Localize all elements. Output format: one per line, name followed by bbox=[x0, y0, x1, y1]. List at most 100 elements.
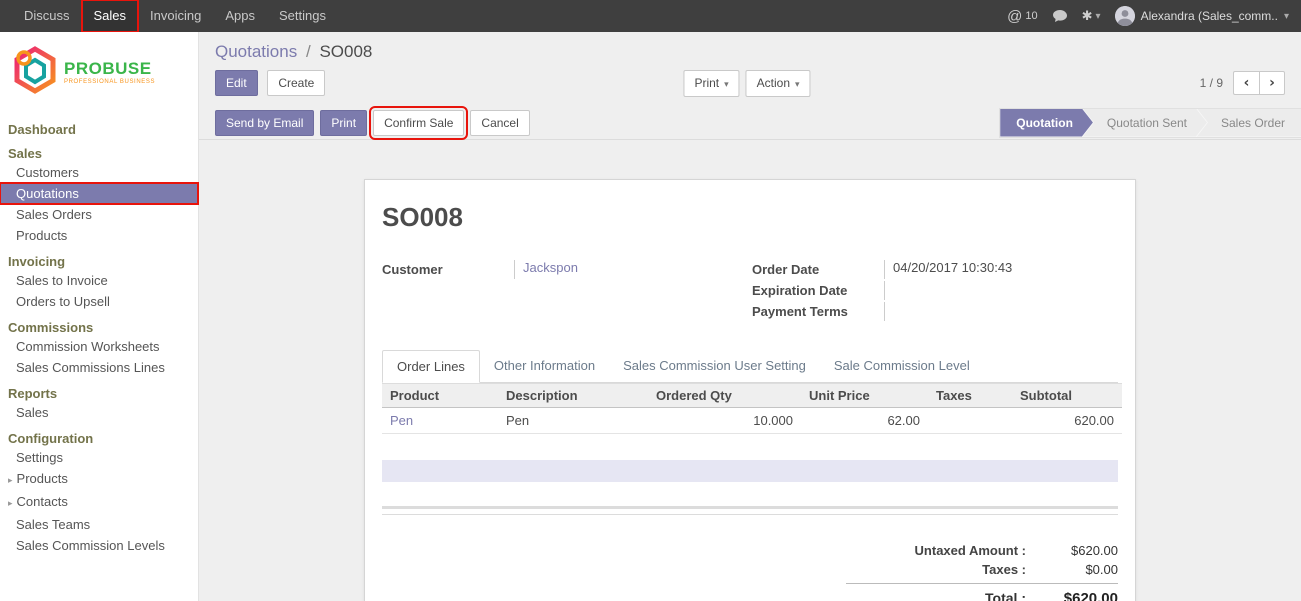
topbar-menu-apps[interactable]: Apps bbox=[213, 0, 267, 32]
company-logo[interactable]: PROBUSE PROFESSIONAL BUSINESS bbox=[12, 40, 198, 104]
cell-ordered-qty: 10.000 bbox=[648, 408, 801, 434]
cell-description: Pen bbox=[498, 408, 648, 434]
sidebar-item-orders-to-upsell[interactable]: Orders to Upsell bbox=[0, 291, 198, 312]
column-header-taxes[interactable]: Taxes bbox=[928, 384, 1012, 408]
column-header-subtotal[interactable]: Subtotal bbox=[1012, 384, 1122, 408]
send-by-email-button[interactable]: Send by Email bbox=[215, 110, 314, 136]
pager-previous-button[interactable]: ‹ bbox=[1233, 71, 1259, 95]
field-column-right: Order Date 04/20/2017 10:30:43 Expiratio… bbox=[750, 259, 1118, 322]
column-header-unit-price[interactable]: Unit Price bbox=[801, 384, 928, 408]
sidebar-item-label: Contacts bbox=[17, 494, 68, 509]
customer-field: Customer Jackspon bbox=[382, 259, 750, 280]
sidebar-item-settings[interactable]: Settings bbox=[0, 447, 198, 468]
terms-input-area[interactable] bbox=[382, 460, 1118, 482]
sidebar-item-sales-commission-levels[interactable]: Sales Commission Levels bbox=[0, 535, 198, 556]
cell-subtotal: 620.00 bbox=[1012, 408, 1122, 434]
logo-text: PROBUSE PROFESSIONAL BUSINESS bbox=[64, 59, 155, 85]
chevron-right-icon: ▸ bbox=[8, 498, 13, 508]
order-date-value: 04/20/2017 10:30:43 bbox=[884, 260, 1118, 279]
page-title: SO008 bbox=[382, 202, 1118, 233]
tab-sales-commission-user-setting[interactable]: Sales Commission User Setting bbox=[609, 350, 820, 383]
edit-button[interactable]: Edit bbox=[215, 70, 258, 96]
statusbar: Quotation Quotation Sent Sales Order bbox=[999, 108, 1301, 138]
sidebar-item-reports-sales[interactable]: Sales bbox=[0, 402, 198, 423]
column-header-product[interactable]: Product bbox=[382, 384, 498, 408]
statusbar-row: Send by Email Print Confirm Sale Cancel … bbox=[199, 106, 1301, 140]
sidebar-item-sales-commissions-lines[interactable]: Sales Commissions Lines bbox=[0, 357, 198, 378]
table-row[interactable]: Pen Pen 10.000 62.00 620.00 bbox=[382, 408, 1122, 434]
workflow-buttons: Send by Email Print Confirm Sale Cancel bbox=[215, 110, 536, 136]
pager-next-button[interactable]: › bbox=[1259, 71, 1285, 95]
column-header-description[interactable]: Description bbox=[498, 384, 648, 408]
user-name: Alexandra (Sales_comm.. bbox=[1141, 9, 1278, 23]
topbar-right: @ 10 ✱ ▾ Alexandra (Sales_comm.. ▾ bbox=[1007, 0, 1301, 32]
dropdown-buttons: Print ▾ Action▾ bbox=[683, 70, 816, 97]
field-column-left: Customer Jackspon bbox=[382, 259, 750, 322]
sidebar-menu: Dashboard Sales Customers Quotations Sal… bbox=[0, 122, 198, 556]
expiration-date-field: Expiration Date bbox=[752, 280, 1118, 301]
confirm-sale-button[interactable]: Confirm Sale bbox=[373, 110, 464, 136]
print-report-button[interactable]: Print bbox=[320, 110, 367, 136]
statusbar-stage-quotation[interactable]: Quotation bbox=[1000, 109, 1093, 137]
breadcrumb-quotations-link[interactable]: Quotations bbox=[215, 42, 297, 61]
sidebar-heading-reports[interactable]: Reports bbox=[0, 386, 198, 402]
action-dropdown[interactable]: Action▾ bbox=[746, 70, 811, 97]
breadcrumb-current: SO008 bbox=[319, 42, 372, 61]
tab-sale-commission-level[interactable]: Sale Commission Level bbox=[820, 350, 984, 383]
caret-down-icon: ▾ bbox=[1284, 11, 1289, 22]
topbar: Discuss Sales Invoicing Apps Settings @ … bbox=[0, 0, 1301, 32]
pager: 1 / 9 ‹ › bbox=[1200, 71, 1285, 95]
avatar bbox=[1115, 6, 1135, 26]
chat-button[interactable] bbox=[1052, 9, 1068, 23]
sidebar-item-products-config[interactable]: ▸Products bbox=[0, 468, 198, 491]
breadcrumb-separator: / bbox=[306, 42, 311, 61]
action-dropdown-label: Action bbox=[757, 76, 790, 90]
topbar-menu-discuss[interactable]: Discuss bbox=[12, 0, 82, 32]
topbar-menu-invoicing[interactable]: Invoicing bbox=[138, 0, 213, 32]
sidebar-heading-invoicing[interactable]: Invoicing bbox=[0, 254, 198, 270]
tab-other-information[interactable]: Other Information bbox=[480, 350, 609, 383]
sidebar-item-contacts[interactable]: ▸ Contacts bbox=[0, 491, 198, 514]
payment-terms-value bbox=[884, 302, 1118, 321]
sidebar: PROBUSE PROFESSIONAL BUSINESS Dashboard … bbox=[0, 32, 199, 601]
asterisk-icon: ✱ bbox=[1082, 8, 1093, 24]
sidebar-item-sales-teams[interactable]: Sales Teams bbox=[0, 514, 198, 535]
sidebar-item-products[interactable]: Products bbox=[0, 225, 198, 246]
column-header-ordered-qty[interactable]: Ordered Qty bbox=[648, 384, 801, 408]
sidebar-heading-sales[interactable]: Sales bbox=[0, 146, 198, 162]
sidebar-item-sales-to-invoice[interactable]: Sales to Invoice bbox=[0, 270, 198, 291]
taxes-row: Taxes : $0.00 bbox=[846, 560, 1118, 579]
topbar-menu-sales[interactable]: Sales bbox=[82, 0, 139, 32]
messages-indicator[interactable]: @ 10 bbox=[1007, 8, 1037, 25]
sidebar-item-customers[interactable]: Customers bbox=[0, 162, 198, 183]
cell-product[interactable]: Pen bbox=[382, 408, 498, 434]
print-dropdown[interactable]: Print ▾ bbox=[683, 70, 739, 97]
breadcrumb: Quotations / SO008 bbox=[199, 32, 1301, 62]
cancel-button[interactable]: Cancel bbox=[470, 110, 529, 136]
sidebar-item-commission-worksheets[interactable]: Commission Worksheets bbox=[0, 336, 198, 357]
user-menu[interactable]: Alexandra (Sales_comm.. ▾ bbox=[1115, 6, 1289, 26]
create-button[interactable]: Create bbox=[267, 70, 325, 96]
caret-down-icon: ▾ bbox=[1096, 11, 1101, 22]
untaxed-amount-label: Untaxed Amount : bbox=[846, 543, 1040, 558]
expiration-date-value bbox=[884, 281, 1118, 300]
statusbar-stage-sales-order[interactable]: Sales Order bbox=[1197, 109, 1301, 137]
print-dropdown-label: Print bbox=[694, 76, 719, 90]
total-label: Total : bbox=[846, 590, 1040, 601]
statusbar-stage-quotation-sent[interactable]: Quotation Sent bbox=[1083, 109, 1207, 137]
order-date-field: Order Date 04/20/2017 10:30:43 bbox=[752, 259, 1118, 280]
pager-buttons: ‹ › bbox=[1233, 71, 1285, 95]
order-date-label: Order Date bbox=[752, 262, 884, 277]
sidebar-heading-commissions[interactable]: Commissions bbox=[0, 320, 198, 336]
sidebar-heading-configuration[interactable]: Configuration bbox=[0, 431, 198, 447]
caret-down-icon: ▾ bbox=[724, 79, 729, 89]
sidebar-heading-dashboard[interactable]: Dashboard bbox=[0, 122, 198, 138]
sidebar-item-quotations[interactable]: Quotations bbox=[0, 183, 198, 204]
sidebar-item-sales-orders[interactable]: Sales Orders bbox=[0, 204, 198, 225]
total-row: Total : $620.00 bbox=[846, 583, 1118, 601]
notebook-tabs: Order Lines Other Information Sales Comm… bbox=[382, 350, 1118, 383]
activities-menu[interactable]: ✱ ▾ bbox=[1082, 8, 1101, 24]
topbar-menu-settings[interactable]: Settings bbox=[267, 0, 338, 32]
customer-value[interactable]: Jackspon bbox=[514, 260, 750, 279]
tab-order-lines[interactable]: Order Lines bbox=[382, 350, 480, 383]
